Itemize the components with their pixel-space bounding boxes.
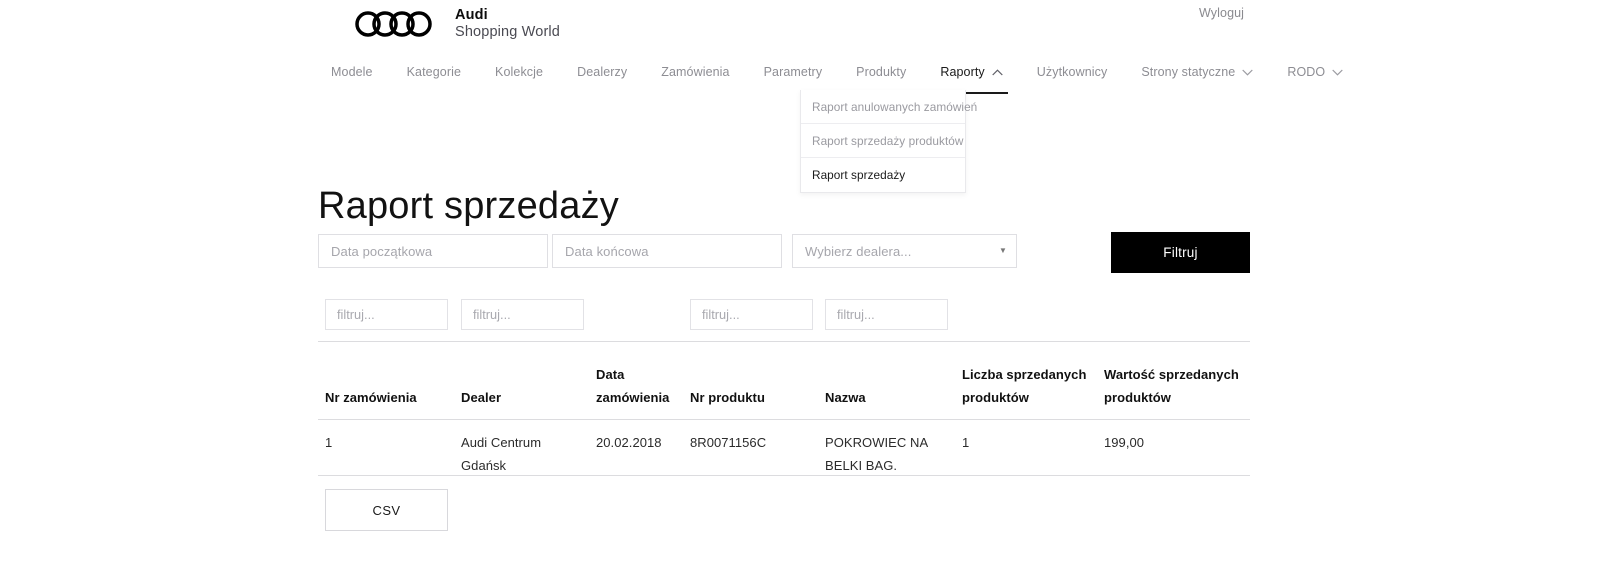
chevron-down-icon	[1332, 69, 1343, 76]
nav-label: RODO	[1287, 65, 1326, 79]
nav-label: Dealerzy	[577, 65, 628, 79]
column-filter-nr-produktu[interactable]: filtruj...	[690, 299, 813, 330]
caret-down-icon: ▼	[998, 246, 1007, 255]
cell-nr-produktu: 8R0071156C	[690, 435, 767, 450]
cell-wartosc: 199,00	[1104, 435, 1145, 450]
main-navigation: Modele Kategorie Kolekcje Dealerzy Zamów…	[331, 61, 1360, 94]
nav-label: Modele	[331, 65, 373, 79]
brand-name: Audi	[455, 7, 488, 23]
nav-item-kolekcje[interactable]: Kolekcje	[478, 61, 560, 83]
column-header-wartosc-sprzedanych-produktow: Wartość sprzedanych produktów	[1104, 366, 1239, 405]
dropdown-item-raport-sprzedazy-produktow[interactable]: Raport sprzedaży produktów	[801, 124, 965, 158]
nav-item-modele[interactable]: Modele	[331, 61, 390, 83]
export-csv-button[interactable]: CSV	[325, 489, 448, 531]
column-header-nr-produktu: Nr produktu	[690, 389, 765, 405]
brand-tagline: Shopping World	[455, 24, 561, 41]
nav-label: Zamówienia	[661, 65, 730, 79]
column-filter-dealer[interactable]: filtruj...	[461, 299, 584, 330]
logout-link[interactable]: Wyloguj	[1199, 6, 1244, 20]
nav-label: Kolekcje	[495, 65, 544, 79]
column-header-nr-zamowienia: Nr zamówienia	[325, 389, 417, 405]
nav-label: Kategorie	[406, 65, 462, 79]
page-title: Raport sprzedaży	[318, 185, 620, 228]
nav-item-parametry[interactable]: Parametry	[747, 61, 840, 83]
brand-text: Audi Shopping World	[455, 6, 560, 41]
dropdown-item-raport-sprzedazy[interactable]: Raport sprzedaży	[801, 158, 965, 192]
chevron-down-icon	[1242, 69, 1254, 76]
brand-logo[interactable]: Audi Shopping World	[355, 6, 560, 41]
nav-label: Produkty	[856, 65, 907, 79]
dropdown-item-raport-anulowanych-zamowien[interactable]: Raport anulowanych zamówień	[801, 90, 977, 124]
nav-item-zamowienia[interactable]: Zamówienia	[644, 61, 746, 83]
cell-dealer: Audi Centrum Gdańsk	[461, 435, 542, 474]
dealer-select[interactable]: Wybierz dealera... ▼	[792, 234, 1017, 268]
nav-label: Strony statyczne	[1141, 65, 1236, 79]
column-header-liczba-sprzedanych-produktow: Liczba sprzedanych produktów	[962, 366, 1087, 405]
nav-item-produkty[interactable]: Produkty	[839, 61, 923, 83]
cell-data-zamowienia: 20.02.2018	[596, 435, 662, 450]
raporty-dropdown-menu: Raport anulowanych zamówień Raport sprze…	[800, 90, 977, 193]
cell-nr-zamowienia: 1	[325, 435, 333, 450]
nav-item-rodo[interactable]: RODO	[1270, 61, 1360, 83]
column-filter-nr-zamowienia[interactable]: filtruj...	[325, 299, 448, 330]
page-root: Wyloguj Audi Shopping World Modele Kateg…	[0, 0, 1600, 565]
dealer-select-value: Wybierz dealera...	[805, 243, 912, 259]
nav-item-dealerzy[interactable]: Dealerzy	[560, 61, 644, 83]
column-header-data-zamowienia: Data zamówienia	[596, 366, 670, 405]
column-filter-nazwa[interactable]: filtruj...	[825, 299, 948, 330]
chevron-up-icon	[992, 68, 1003, 76]
nav-item-uzytkownicy[interactable]: Użytkownicy	[1020, 61, 1125, 83]
column-header-nazwa: Nazwa	[825, 389, 866, 405]
nav-item-strony-statyczne[interactable]: Strony statyczne	[1124, 61, 1270, 83]
sales-report-table: Nr zamówienia Dealer Data zamówienia Nr …	[318, 341, 1250, 476]
date-start-input[interactable]: Data początkowa	[318, 234, 548, 268]
nav-label: Raporty	[940, 65, 985, 79]
table-header-row: Nr zamówienia Dealer Data zamówienia Nr …	[318, 342, 1250, 419]
nav-item-raporty[interactable]: Raporty	[923, 61, 1019, 94]
date-end-input[interactable]: Data końcowa	[552, 234, 782, 268]
cell-nazwa: POKROWIEC NA BELKI BAG.	[825, 435, 928, 474]
nav-label: Użytkownicy	[1036, 65, 1108, 79]
column-header-dealer: Dealer	[461, 389, 502, 405]
table-bottom-rule	[318, 475, 1250, 476]
cell-liczba: 1	[962, 435, 970, 450]
table-row[interactable]: 1 Audi Centrum Gdańsk 20.02.2018 8R00711…	[318, 420, 1250, 475]
nav-item-kategorie[interactable]: Kategorie	[390, 61, 478, 83]
filter-submit-button[interactable]: Filtruj	[1111, 232, 1250, 273]
nav-label: Parametry	[763, 65, 823, 79]
audi-rings-logo-icon	[355, 9, 433, 39]
